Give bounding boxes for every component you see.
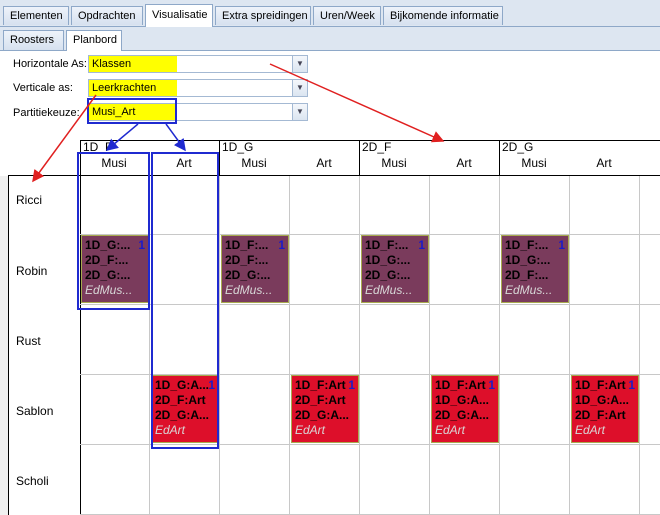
annotation-arrows <box>32 63 445 183</box>
red-arrow-horizontal <box>269 63 445 143</box>
red-arrow-vertical <box>32 94 97 183</box>
blue-arrow-musi <box>105 123 139 151</box>
blue-arrow-art <box>165 123 186 152</box>
subtab-planbord[interactable]: Planbord <box>66 30 122 51</box>
tab-visualisatie[interactable]: Visualisatie <box>145 4 213 27</box>
